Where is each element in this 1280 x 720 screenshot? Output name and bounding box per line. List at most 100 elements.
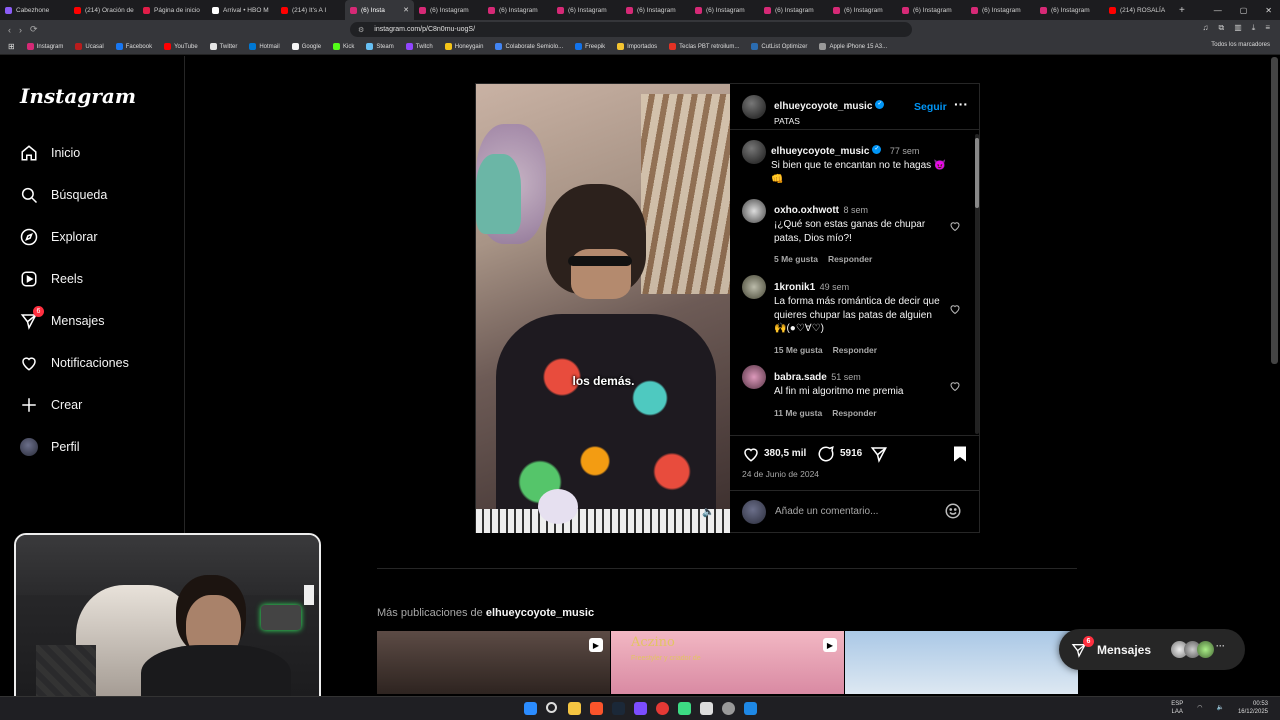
emoji-icon[interactable] (944, 502, 962, 520)
settings-icon[interactable] (722, 702, 735, 715)
obs-icon[interactable] (634, 702, 647, 715)
bookmark-item[interactable]: Facebook (115, 43, 152, 50)
site-info-icon[interactable]: ⚙ (358, 26, 364, 34)
comment-avatar[interactable] (742, 275, 766, 299)
comment-likes[interactable]: 5 Me gusta (774, 254, 818, 264)
volume-icon[interactable]: 🔈 (702, 507, 716, 521)
bookmark-item[interactable]: Instagram (26, 43, 63, 50)
page-scrollbar[interactable] (1271, 57, 1278, 364)
bookmark-item[interactable]: Importados (617, 43, 657, 50)
browser-tab[interactable]: (6) Insta ✕ (345, 0, 414, 20)
nav-item-notificaciones[interactable]: Notificaciones (20, 354, 129, 372)
maximize-icon[interactable]: ▢ (1240, 6, 1248, 15)
comment-like-icon[interactable] (949, 303, 961, 315)
bookmark-item[interactable]: Google (291, 43, 321, 50)
steam-icon[interactable] (612, 702, 625, 715)
like-count[interactable]: 380,5 mil (764, 448, 806, 459)
bookmark-icon[interactable] (952, 445, 968, 463)
browser-tab[interactable]: (214) ROSALÍA (1104, 0, 1173, 20)
all-bookmarks[interactable]: Todos los marcadores (1211, 42, 1270, 48)
browser-tab[interactable]: Cabezhone (0, 0, 69, 20)
bookmark-item[interactable]: Twitter (209, 43, 237, 50)
browser-tab[interactable]: (6) Instagram (966, 0, 1035, 20)
more-options-icon[interactable]: ··· (954, 96, 968, 112)
bookmark-item[interactable]: Twitch (405, 43, 433, 50)
browser-tab[interactable]: Página de inicio (138, 0, 207, 20)
author-username[interactable]: elhueycoyote_music (774, 101, 872, 112)
volume-icon[interactable]: 🔈 (1216, 704, 1223, 712)
bookmark-item[interactable]: Apple iPhone 15 A3... (819, 43, 887, 50)
browser-tab[interactable]: (6) Instagram (414, 0, 483, 20)
reply-button[interactable]: Responder (828, 254, 872, 264)
sidepanel-icon[interactable]: ▥ (1234, 23, 1242, 33)
start-icon[interactable] (524, 702, 537, 715)
nav-item-inicio[interactable]: Inicio (20, 144, 80, 162)
post-video[interactable]: los demás. 🔈 (476, 84, 730, 533)
comment-likes[interactable]: 11 Me gusta (774, 408, 822, 418)
menu-icon[interactable]: ≡ (1265, 23, 1270, 33)
minimize-icon[interactable]: — (1214, 6, 1222, 15)
nav-item-explorar[interactable]: Explorar (20, 228, 98, 246)
bookmark-item[interactable]: Freepik (575, 43, 605, 50)
browser-tab[interactable]: (214) Oración de (69, 0, 138, 20)
audio-label[interactable]: PATAS (774, 116, 884, 126)
more-post-thumb[interactable]: Aczino Freestyler y criador de ▶ (611, 631, 844, 694)
comment-avatar[interactable] (742, 365, 766, 389)
comment-icon[interactable] (817, 445, 835, 463)
back-icon[interactable]: ‹ (8, 25, 11, 35)
author-avatar[interactable] (742, 95, 766, 119)
reload-icon[interactable]: ⟳ (30, 24, 38, 35)
lang-code[interactable]: ESP (1171, 700, 1183, 708)
bookmark-item[interactable]: Hotmail (249, 43, 280, 50)
address-bar[interactable]: ⚙ instagram.com/p/C8n0mu-uogS/ (350, 22, 912, 37)
instagram-logo[interactable]: Instagram (20, 84, 136, 108)
bookmark-item[interactable]: Steam (366, 43, 394, 50)
nav-item-perfil[interactable]: Perfil (20, 438, 79, 456)
more-posts-user[interactable]: elhueycoyote_music (486, 607, 594, 619)
bookmark-item[interactable]: Teclas PBT retroilum... (669, 43, 739, 50)
app-icon[interactable] (678, 702, 691, 715)
file-explorer-icon[interactable] (568, 702, 581, 715)
nav-item-mensajes[interactable]: 6 Mensajes (20, 306, 105, 330)
comment-input[interactable]: Añade un comentario... (775, 506, 878, 517)
comment-count[interactable]: 5916 (840, 448, 862, 459)
nav-item-reels[interactable]: Reels (20, 270, 83, 288)
comment-avatar[interactable] (742, 199, 766, 223)
bookmark-item[interactable]: Ucasal (75, 43, 104, 50)
bookmark-item[interactable]: Colaborate Semiolo... (495, 43, 563, 50)
app-icon[interactable] (656, 702, 669, 715)
follow-button[interactable]: Seguir (914, 101, 947, 113)
reply-button[interactable]: Responder (833, 345, 877, 355)
app-icon[interactable] (744, 702, 757, 715)
browser-tab[interactable]: (6) Instagram (1035, 0, 1104, 20)
browser-tab[interactable]: (6) Instagram (483, 0, 552, 20)
bookmark-item[interactable]: Kick (333, 43, 354, 50)
comment-username[interactable]: babra.sade (774, 372, 827, 383)
tab-close-icon[interactable]: ✕ (403, 6, 409, 14)
nav-item-crear[interactable]: Crear (20, 396, 82, 414)
browser-tab[interactable]: (6) Instagram (552, 0, 621, 20)
comment-username[interactable]: 1kronik1 (774, 282, 815, 293)
lang-layout[interactable]: LAA (1171, 708, 1183, 716)
browser-tab[interactable]: (6) Instagram (897, 0, 966, 20)
more-post-thumb[interactable] (845, 631, 1078, 694)
clock-time[interactable]: 00:53 (1238, 700, 1268, 708)
bookmark-item[interactable]: CutList Optimizer (751, 43, 807, 50)
search-icon[interactable] (546, 702, 557, 713)
caption-avatar[interactable] (742, 140, 766, 164)
like-icon[interactable] (742, 445, 760, 463)
scroll-thumb[interactable] (975, 138, 979, 208)
browser-tab[interactable]: Arrival • HBO M (207, 0, 276, 20)
wifi-icon[interactable]: ◠ (1197, 704, 1202, 712)
apps-grid-icon[interactable]: ⊞ (8, 42, 15, 51)
bookmark-item[interactable]: Honeygain (444, 43, 483, 50)
more-post-thumb[interactable]: ▶ (377, 631, 610, 694)
download-icon[interactable]: ⤓ (1252, 23, 1256, 33)
comment-likes[interactable]: 15 Me gusta (774, 345, 823, 355)
comment-username[interactable]: oxho.oxhwott (774, 205, 839, 216)
browser-tab[interactable]: (6) Instagram (621, 0, 690, 20)
bookmark-item[interactable]: YouTube (164, 43, 198, 50)
reply-button[interactable]: Responder (832, 408, 876, 418)
comment-like-icon[interactable] (949, 380, 961, 392)
share-icon[interactable] (870, 445, 888, 463)
